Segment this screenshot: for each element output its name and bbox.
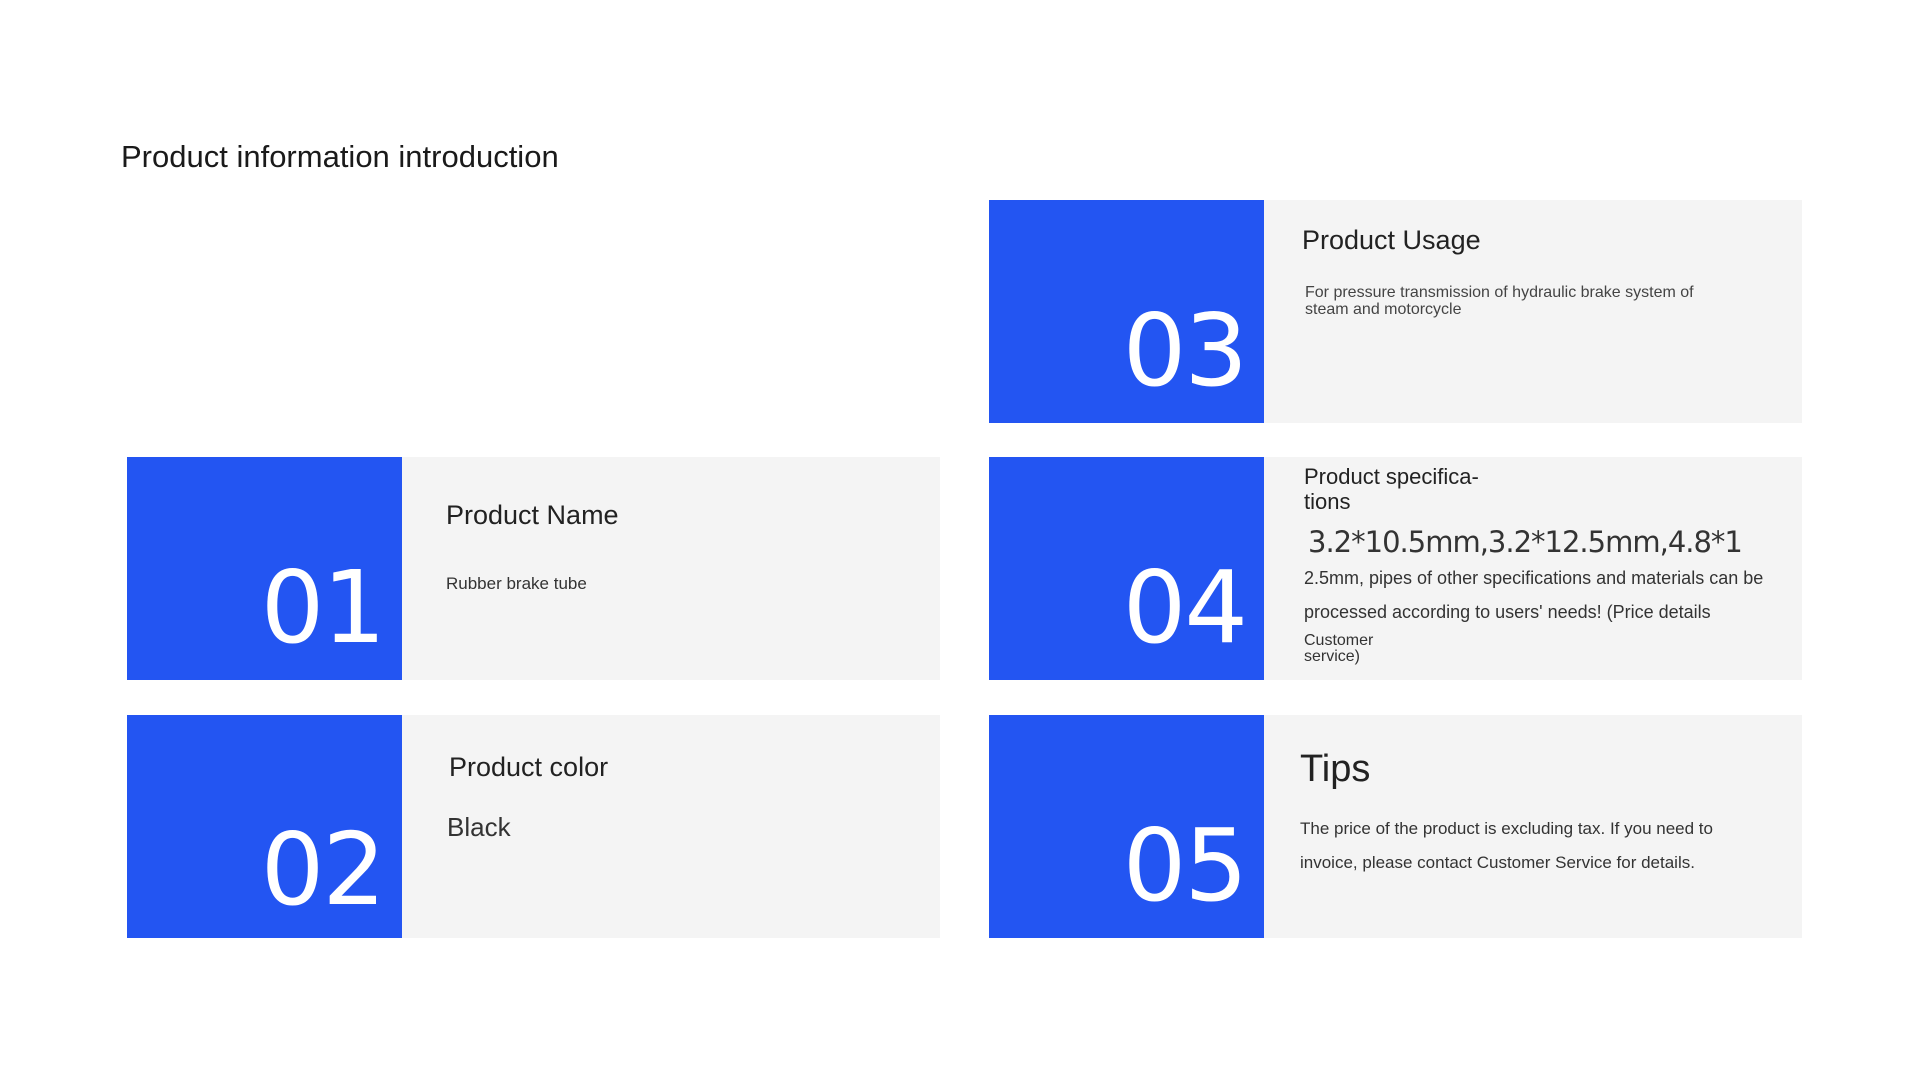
spec-detail: 2.5mm, pipes of other specifications and… [1304, 568, 1764, 622]
card-heading: Product Name [446, 500, 619, 530]
card-heading: Product specifica- tions [1304, 464, 1479, 514]
card-number: 01 [260, 549, 386, 666]
number-block: 04 [989, 457, 1264, 680]
number-block: 02 [127, 715, 402, 938]
card-number: 04 [1122, 549, 1248, 666]
card-number: 02 [260, 811, 386, 928]
number-block: 01 [127, 457, 402, 680]
number-block: 05 [989, 715, 1264, 938]
page-title: Product information introduction [121, 139, 559, 174]
card-number: 03 [1122, 292, 1248, 409]
card-body: For pressure transmission of hydraulic b… [1305, 284, 1694, 318]
info-card-tips: 05 Tips The price of the product is excl… [989, 715, 1802, 938]
card-heading: Product color [449, 752, 609, 782]
card-heading: Product Usage [1302, 225, 1481, 255]
info-card-product-color: 02 Product color Black [127, 715, 940, 938]
spec-sizes: 3.2*10.5mm,3.2*12.5mm,4.8*1 [1308, 525, 1743, 559]
card-heading: Tips [1300, 748, 1371, 790]
info-card-product-specifications: 04 Product specifica- tions 3.2*10.5mm,3… [989, 457, 1802, 680]
number-block: 03 [989, 200, 1264, 423]
info-card-product-name: 01 Product Name Rubber brake tube [127, 457, 940, 680]
spec-service-note: Customer service) [1304, 632, 1374, 665]
card-body: The price of the product is excluding ta… [1300, 819, 1713, 872]
card-body: Rubber brake tube [446, 574, 587, 593]
card-body: Black [447, 812, 511, 842]
card-number: 05 [1122, 807, 1248, 924]
info-card-product-usage: 03 Product Usage For pressure transmissi… [989, 200, 1802, 423]
